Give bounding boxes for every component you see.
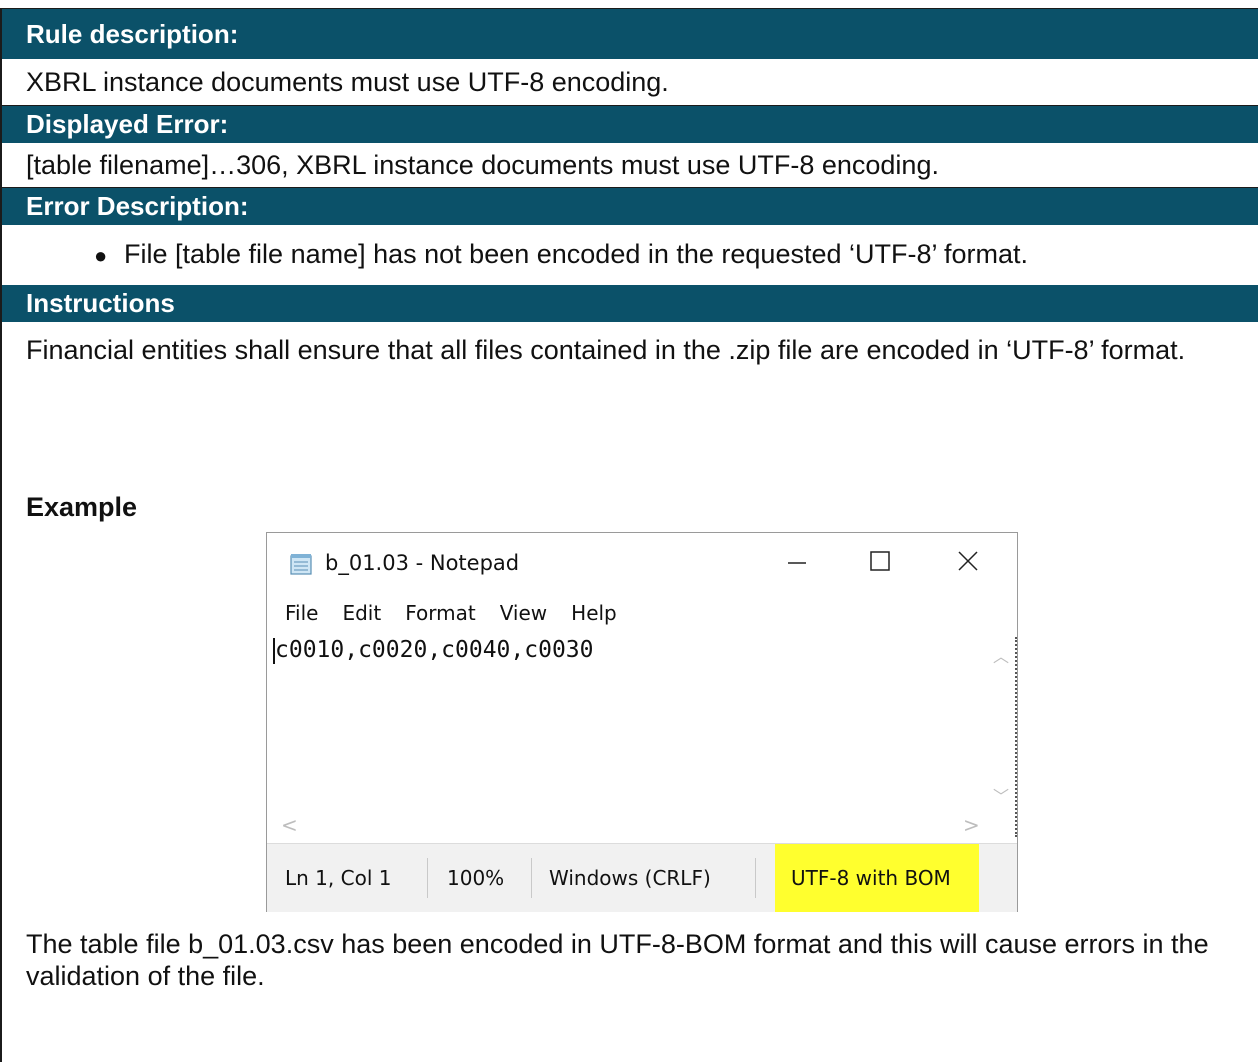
instructions-header: Instructions: [2, 285, 1258, 322]
menu-file[interactable]: File: [285, 601, 318, 625]
notepad-icon: [290, 554, 312, 575]
scroll-left-icon[interactable]: <: [281, 813, 298, 837]
notepad-text-area[interactable]: c0010,c0020,c0040,c0030: [273, 637, 989, 807]
scroll-up-icon[interactable]: ︿: [993, 643, 1009, 667]
notepad-menubar: File Edit Format View Help: [285, 601, 617, 625]
instructions-text: Financial entities shall ensure that all…: [26, 335, 1186, 365]
instructions-body: Financial entities shall ensure that all…: [2, 322, 1258, 1062]
vertical-scrollbar[interactable]: ︿ ﹀: [987, 637, 1015, 809]
horizontal-scrollbar[interactable]: < >: [273, 809, 989, 839]
status-separator: [427, 858, 428, 898]
menu-help[interactable]: Help: [571, 601, 617, 625]
status-line-ending: Windows (CRLF): [549, 866, 711, 890]
menu-view[interactable]: View: [500, 601, 547, 625]
example-label: Example: [26, 492, 138, 522]
menu-format[interactable]: Format: [405, 601, 475, 625]
notepad-statusbar: Ln 1, Col 1 100% Windows (CRLF) UTF-8 wi…: [267, 843, 1017, 912]
window-edge: [1015, 637, 1020, 837]
error-description-text: File [table file name] has not been enco…: [124, 239, 1028, 269]
close-icon[interactable]: [943, 547, 993, 581]
maximize-icon[interactable]: [855, 547, 905, 581]
rule-document: Rule description: XBRL instance document…: [0, 8, 1258, 1062]
scroll-right-icon[interactable]: >: [963, 813, 980, 837]
error-description-header: Error Description:: [2, 188, 1258, 225]
displayed-error-text: [table filename]…306, XBRL instance docu…: [2, 143, 1258, 188]
status-encoding-text: UTF-8 with BOM: [791, 866, 951, 890]
scroll-down-icon[interactable]: ﹀: [993, 783, 1009, 807]
status-separator: [531, 858, 532, 898]
error-description-item: ● File [table file name] has not been en…: [2, 225, 1258, 285]
minimize-icon[interactable]: [772, 547, 822, 581]
example-explanation: The table file b_01.03.csv has been enco…: [26, 929, 1209, 991]
notepad-title: b_01.03 - Notepad: [325, 551, 520, 575]
status-position: Ln 1, Col 1: [285, 866, 392, 890]
displayed-error-header: Displayed Error:: [2, 106, 1258, 143]
bullet-icon: ●: [94, 243, 108, 268]
notepad-content: c0010,c0020,c0040,c0030: [275, 637, 594, 663]
rule-description-text: XBRL instance documents must use UTF-8 e…: [2, 59, 1258, 106]
menu-edit[interactable]: Edit: [342, 601, 381, 625]
notepad-titlebar: b_01.03 - Notepad: [267, 533, 1017, 591]
rule-description-header: Rule description:: [2, 9, 1258, 59]
status-zoom: 100%: [447, 866, 505, 890]
status-separator: [755, 858, 756, 898]
notepad-screenshot: b_01.03 - Notepad File Edit Format View …: [266, 532, 1018, 912]
status-encoding: UTF-8 with BOM: [775, 844, 979, 912]
